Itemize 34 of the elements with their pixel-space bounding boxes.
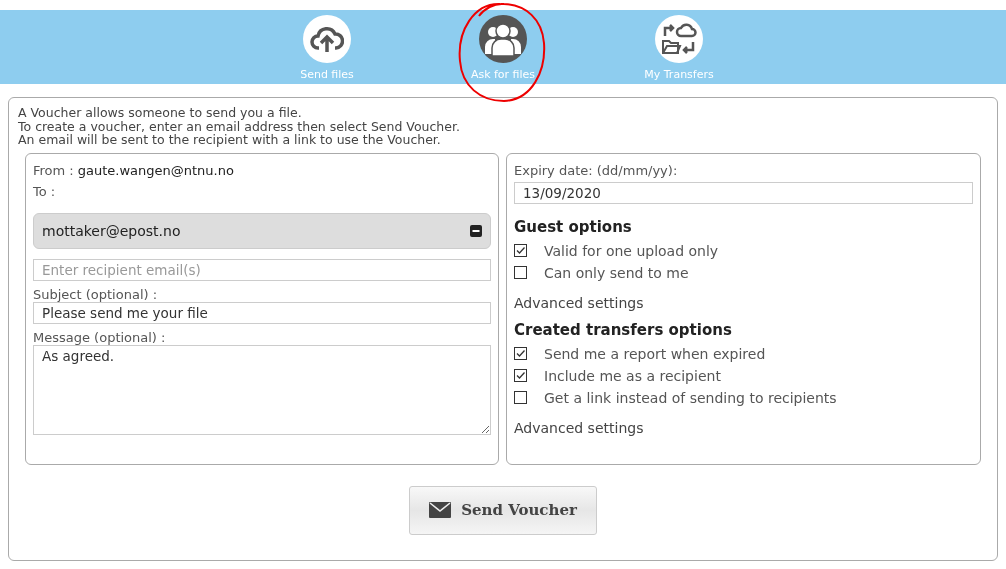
advanced-settings-link[interactable]: Advanced settings [514, 419, 973, 436]
advanced-settings-link[interactable]: Advanced settings [514, 294, 973, 311]
message-label: Message (optional) : [33, 329, 167, 345]
group-title: Guest options [514, 217, 633, 236]
expiry-date-field[interactable]: 13/09/2020 [514, 181, 973, 204]
recipient-email: mottaker@epost.no [42, 222, 181, 239]
checkbox[interactable] [514, 391, 527, 404]
envelope-icon [429, 502, 452, 518]
checkbox[interactable] [514, 266, 527, 279]
checkbox[interactable] [514, 244, 527, 257]
cloud-upload-icon [310, 24, 344, 54]
intro-text: An email will be sent to the recipient with a link to use the Voucher. [18, 133, 442, 147]
sender-email: gaute.wangen@ntnu.no [77, 162, 234, 178]
option-label: Send me a report when expired [544, 345, 766, 362]
option-label: Can only send to me [544, 264, 689, 281]
from-label: From : [33, 162, 74, 178]
group-title: Created transfers options [514, 320, 733, 339]
recipient-email-field[interactable]: Enter recipient email(s) [33, 258, 491, 281]
expiry-label: Expiry date: (dd/mm/yy): [514, 162, 679, 178]
checkbox[interactable] [514, 369, 527, 382]
message-field[interactable]: As agreed. [33, 344, 491, 435]
remove-icon[interactable] [470, 224, 482, 237]
checkbox[interactable] [514, 347, 527, 360]
intro-text: A Voucher allows someone to send you a file. [18, 106, 303, 120]
subject-field[interactable]: Please send me your file [33, 301, 491, 324]
to-label: To : [33, 183, 57, 199]
people-icon [484, 22, 522, 56]
send-voucher-button[interactable]: Send Voucher [409, 485, 597, 535]
transfers-icon [661, 22, 697, 56]
option-label: Valid for one upload only [544, 242, 719, 259]
subject-label: Subject (optional) : [33, 286, 159, 302]
intro-text: To create a voucher, enter an email address then select Send Voucher. [18, 119, 461, 133]
option-label: Include me as a recipient [544, 367, 721, 384]
option-label: Get a link instead of sending to recipients [544, 389, 837, 406]
